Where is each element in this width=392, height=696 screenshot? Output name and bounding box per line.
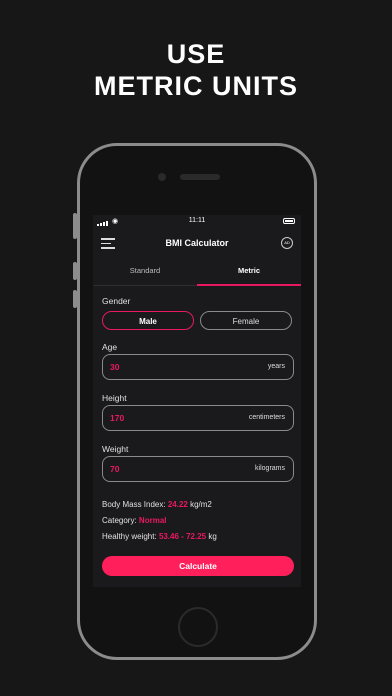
bmi-result: Body Mass Index: 24.22 kg/m2 bbox=[102, 500, 212, 509]
healthy-weight-unit: kg bbox=[208, 532, 217, 541]
height-unit: centimeters bbox=[248, 414, 285, 421]
age-field[interactable]: 30 years bbox=[102, 354, 294, 380]
promo-line-2: METRIC UNITS bbox=[94, 71, 298, 101]
weight-value: 70 bbox=[110, 464, 120, 474]
tab-standard[interactable]: Standard bbox=[93, 261, 197, 285]
remove-ads-icon[interactable]: AD bbox=[281, 237, 293, 249]
gender-male-button[interactable]: Male bbox=[102, 311, 194, 330]
category-label: Category: bbox=[102, 516, 137, 525]
category-value: Normal bbox=[138, 516, 167, 525]
age-value: 30 bbox=[110, 362, 120, 372]
healthy-weight-value: 53.46 - 72.25 bbox=[158, 532, 207, 541]
home-button bbox=[178, 607, 218, 647]
bmi-label: Body Mass Index: bbox=[102, 500, 166, 509]
bmi-value: 24.22 bbox=[167, 500, 188, 509]
promo-headline: USE METRIC UNITS bbox=[0, 38, 392, 102]
height-label: Height bbox=[102, 393, 127, 403]
calculate-button[interactable]: Calculate bbox=[102, 556, 294, 576]
page-title: BMI Calculator bbox=[165, 238, 229, 248]
app-screen: ◉ 11:11 BMI Calculator AD Standard Metri… bbox=[93, 215, 301, 587]
earpiece-speaker bbox=[180, 174, 220, 180]
height-value: 170 bbox=[110, 413, 125, 423]
status-bar: ◉ 11:11 bbox=[93, 215, 301, 229]
height-field[interactable]: 170 centimeters bbox=[102, 405, 294, 431]
promo-line-1: USE bbox=[166, 39, 226, 69]
weight-unit: kilograms bbox=[255, 465, 285, 472]
weight-field[interactable]: 70 kilograms bbox=[102, 456, 294, 482]
healthy-weight-result: Healthy weight: 53.46 - 72.25 kg bbox=[102, 532, 217, 541]
age-label: Age bbox=[102, 342, 118, 352]
battery-icon bbox=[283, 218, 295, 224]
tab-metric[interactable]: Metric bbox=[197, 261, 301, 286]
unit-tabs: Standard Metric bbox=[93, 261, 301, 286]
status-time: 11:11 bbox=[188, 217, 206, 224]
volume-up-button bbox=[73, 262, 77, 280]
gender-label: Gender bbox=[102, 296, 131, 306]
category-result: Category: Normal bbox=[102, 516, 166, 525]
volume-down-button bbox=[73, 290, 77, 308]
gender-female-button[interactable]: Female bbox=[200, 311, 292, 330]
nav-bar: BMI Calculator AD bbox=[93, 234, 301, 254]
age-unit: years bbox=[267, 363, 285, 370]
healthy-weight-label: Healthy weight: bbox=[102, 532, 157, 541]
mute-switch bbox=[73, 213, 77, 239]
front-camera bbox=[158, 173, 166, 181]
weight-label: Weight bbox=[102, 444, 129, 454]
bmi-unit: kg/m2 bbox=[190, 500, 212, 509]
